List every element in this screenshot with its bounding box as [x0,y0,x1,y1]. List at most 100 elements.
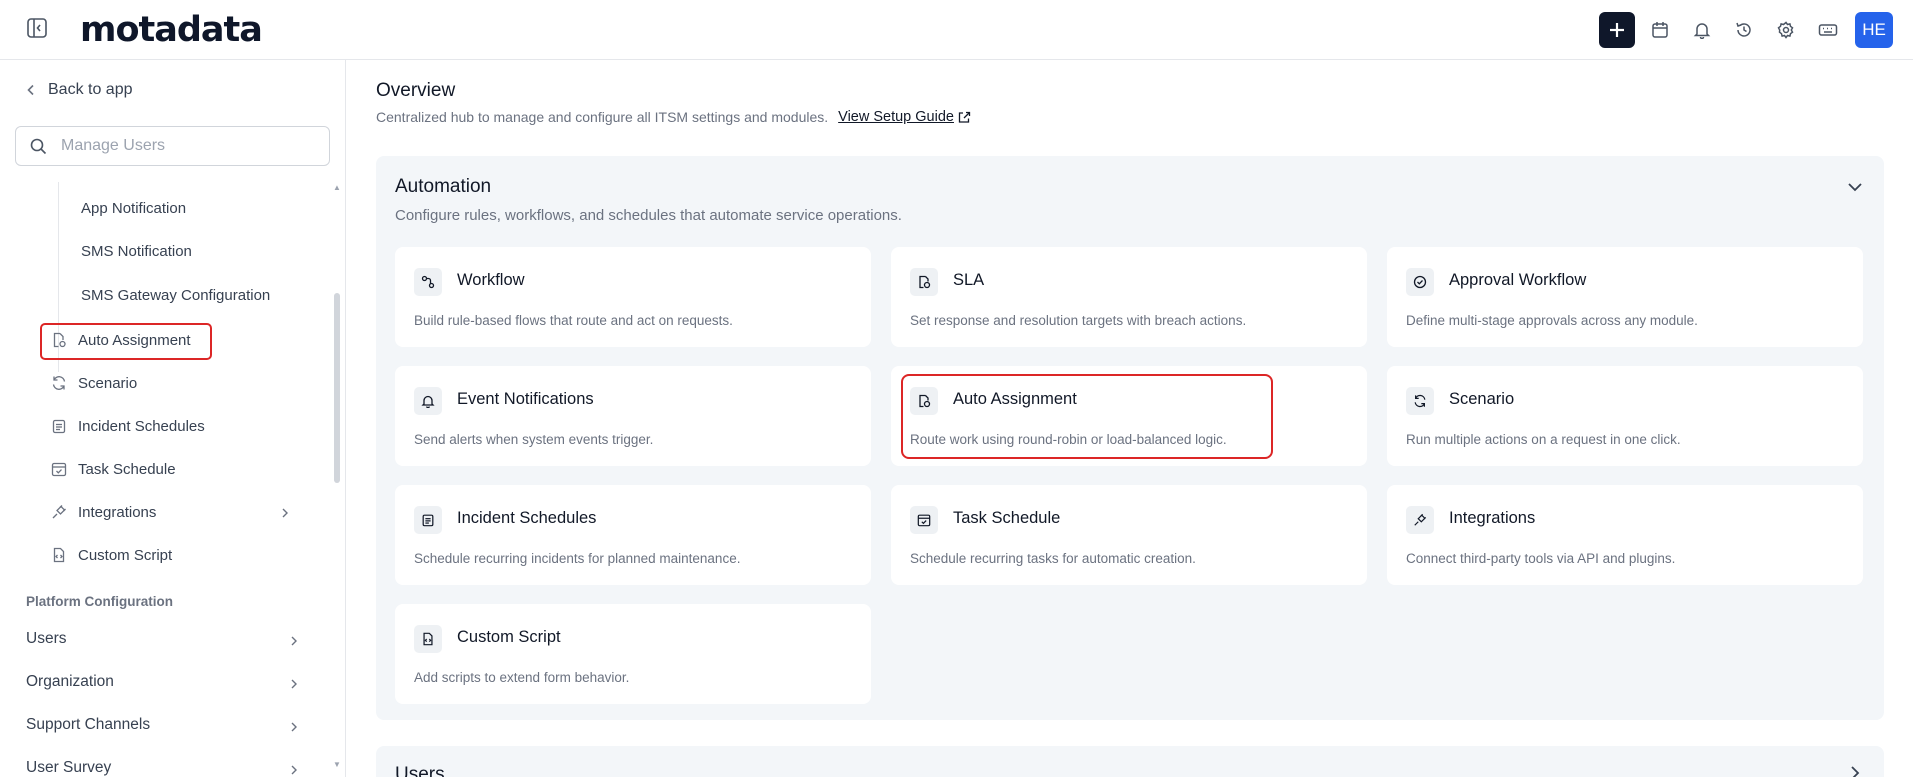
page-subtitle-row: Centralized hub to manage and configure … [376,109,971,125]
main-content: Overview Centralized hub to manage and c… [347,60,1913,777]
card-description: Schedule recurring tasks for automatic c… [910,551,1196,566]
guide-label: View Setup Guide [838,109,954,125]
search-input[interactable] [61,137,301,155]
sub-item-app-notification[interactable]: App Notification [81,200,186,217]
card-description: Add scripts to extend form behavior. [414,670,630,685]
plus-icon [1610,23,1624,37]
sidebar-toggle-icon[interactable] [26,17,48,39]
card-integrations[interactable]: Integrations Connect third-party tools v… [1387,485,1863,585]
card-title: Workflow [457,271,525,289]
sidebar: Back to app ▲ App Notification SMS Notif… [0,60,346,777]
sidebar-item-user-survey[interactable]: User Survey [26,759,111,777]
users-panel[interactable]: Users [376,746,1884,777]
chevron-right-icon[interactable] [289,722,299,732]
external-link-icon [958,111,971,123]
scroll-down-arrow[interactable]: ▼ [333,760,341,769]
logo[interactable]: motadata [80,10,263,50]
sidebar-item-label: Integrations [78,503,157,521]
refresh-icon [50,374,68,392]
back-label: Back to app [48,81,133,98]
sidebar-item-scenario[interactable]: Scenario [50,374,137,392]
card-title: Scenario [1449,390,1515,408]
card-description: Connect third-party tools via API and pl… [1406,551,1676,566]
sidebar-item-support-channels[interactable]: Support Channels [26,716,150,734]
panel-title: Automation [395,176,492,197]
card-description: Send alerts when system events trigger. [414,432,654,447]
sidebar-item-label: Auto Assignment [78,331,191,349]
card-sla[interactable]: SLA Set response and resolution targets … [891,247,1367,347]
card-description: Define multi-stage approvals across any … [1406,313,1698,328]
chevron-right-icon[interactable] [1846,764,1864,777]
sidebar-item-label: Incident Schedules [78,417,205,435]
clipboard-icon [414,506,442,534]
panel-subtitle: Configure rules, workflows, and schedule… [395,207,902,224]
sub-item-sms-notification[interactable]: SMS Notification [81,243,192,260]
auto-assignment-icon [50,331,68,349]
search-box[interactable] [15,126,330,166]
sidebar-item-auto-assignment[interactable]: Auto Assignment [50,331,191,349]
bell-icon[interactable] [1681,12,1723,48]
card-description: Set response and resolution targets with… [910,313,1247,328]
section-label-platform: Platform Configuration [26,594,173,609]
top-bar: motadata HE [0,0,1913,60]
calendar-check-icon [50,460,68,478]
card-workflow[interactable]: Workflow Build rule-based flows that rou… [395,247,871,347]
sidebar-item-label: Custom Script [78,546,173,564]
card-title: Custom Script [457,628,561,646]
card-title: Event Notifications [457,390,594,408]
check-circle-icon [1406,268,1434,296]
card-title: Incident Schedules [457,509,597,527]
card-custom-script[interactable]: Custom Script Add scripts to extend form… [395,604,871,704]
scrollbar[interactable] [334,293,340,483]
page-subtitle: Centralized hub to manage and configure … [376,109,829,125]
card-scenario[interactable]: Scenario Run multiple actions on a reque… [1387,366,1863,466]
panel-title: Users [395,764,445,777]
chevron-left-icon [27,84,34,96]
sidebar-item-task-schedule[interactable]: Task Schedule [50,460,176,478]
calendar-check-icon [910,506,938,534]
sidebar-item-label: Scenario [78,374,138,392]
back-to-app-link[interactable]: Back to app [26,81,133,99]
gear-icon[interactable] [1765,12,1807,48]
refresh-icon [1406,387,1434,415]
chevron-right-icon[interactable] [289,765,299,775]
page-title: Overview [376,80,456,101]
history-icon[interactable] [1723,12,1765,48]
sidebar-item-incident-schedules[interactable]: Incident Schedules [50,417,205,435]
workflow-icon [414,268,442,296]
highlight-box [901,374,1273,459]
chevron-right-icon[interactable] [289,679,299,689]
chevron-right-icon[interactable] [289,636,299,646]
keyboard-icon[interactable] [1807,12,1849,48]
sidebar-item-organization[interactable]: Organization [26,673,114,691]
scroll-up-arrow[interactable]: ▲ [333,183,341,192]
card-title: Approval Workflow [1449,271,1587,289]
calendar-icon[interactable] [1639,12,1681,48]
avatar[interactable]: HE [1855,12,1893,48]
card-description: Build rule-based flows that route and ac… [414,313,733,328]
sidebar-item-integrations[interactable]: Integrations [50,503,156,521]
sub-item-sms-gateway[interactable]: SMS Gateway Configuration [81,287,270,304]
sidebar-item-custom-script[interactable]: Custom Script [50,546,172,564]
view-setup-guide-link[interactable]: View Setup Guide [838,109,971,125]
bell-icon [414,387,442,415]
card-approval-workflow[interactable]: Approval Workflow Define multi-stage app… [1387,247,1863,347]
card-description: Schedule recurring incidents for planned… [414,551,741,566]
sla-icon [910,268,938,296]
card-title: Integrations [1449,509,1536,527]
create-button[interactable] [1599,12,1635,48]
chevron-down-icon[interactable] [1846,178,1864,196]
chevron-right-icon[interactable] [280,508,290,518]
card-description: Run multiple actions on a request in one… [1406,432,1681,447]
card-title: Task Schedule [953,509,1061,527]
search-icon [30,138,47,154]
plug-icon [1406,506,1434,534]
card-incident-schedules[interactable]: Incident Schedules Schedule recurring in… [395,485,871,585]
plug-icon [50,503,68,521]
clipboard-icon [50,417,68,435]
card-event-notifications[interactable]: Event Notifications Send alerts when sys… [395,366,871,466]
card-task-schedule[interactable]: Task Schedule Schedule recurring tasks f… [891,485,1367,585]
sidebar-item-label: Task Schedule [78,460,176,478]
sidebar-item-users[interactable]: Users [26,630,66,648]
card-title: SLA [953,271,985,289]
